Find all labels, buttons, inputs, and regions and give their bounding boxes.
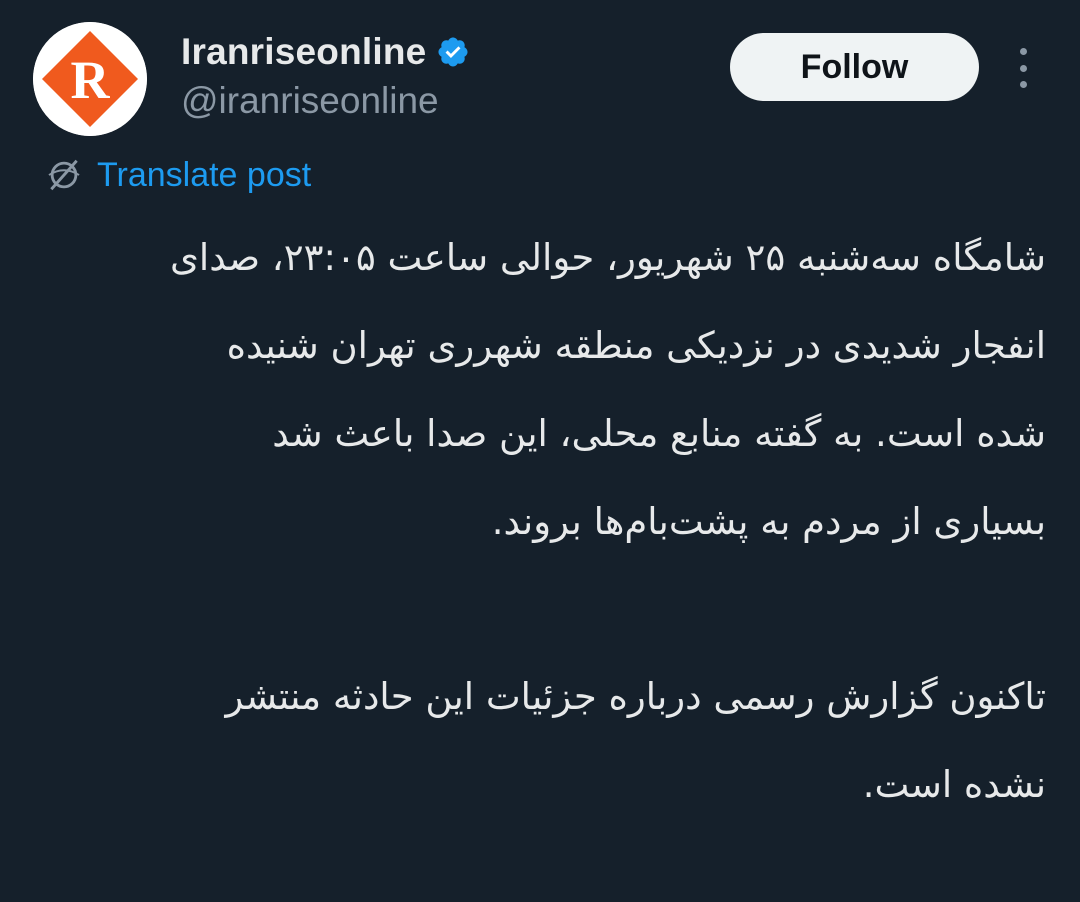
verified-badge-icon xyxy=(438,37,468,67)
post-line: بسیاری از مردم به پشت‌بام‌ها بروند. xyxy=(491,500,1046,543)
display-name[interactable]: Iranriseonline xyxy=(181,30,470,74)
post-line: شامگاه سه‌شنبه ۲۵ شهریور، حوالی ساعت ۲۳:… xyxy=(169,236,1046,279)
avatar-letter: R xyxy=(71,50,111,110)
post-line: نشده است. xyxy=(862,763,1046,806)
translate-post-label: Translate post xyxy=(97,155,312,194)
more-dot xyxy=(1019,64,1027,72)
avatar[interactable]: R xyxy=(33,22,147,136)
user-handle[interactable]: @iranriseonline xyxy=(181,80,439,122)
post-line: انفجار شدیدی در نزدیکی منطقه شهرری تهران… xyxy=(226,324,1046,367)
more-dot xyxy=(1019,81,1027,88)
iranrise-logo: R xyxy=(33,22,147,136)
more-dot xyxy=(1019,48,1027,55)
post-paragraph-1: شامگاه سه‌شنبه ۲۵ شهریور، حوالی ساعت ۲۳:… xyxy=(46,214,1046,566)
follow-button[interactable]: Follow xyxy=(730,33,979,101)
post-line: شده است. به گفته منابع محلی، این صدا باع… xyxy=(272,412,1046,455)
translate-post-link[interactable]: Translate post xyxy=(45,152,311,198)
post-paragraph-2: تاکنون گزارش رسمی درباره جزئیات این حادث… xyxy=(46,653,1046,829)
more-vertical-icon[interactable] xyxy=(1008,48,1038,88)
display-name-text[interactable]: Iranriseonline xyxy=(181,31,426,73)
post-line: تاکنون گزارش رسمی درباره جزئیات این حادث… xyxy=(225,675,1046,718)
globe-icon xyxy=(48,159,80,191)
